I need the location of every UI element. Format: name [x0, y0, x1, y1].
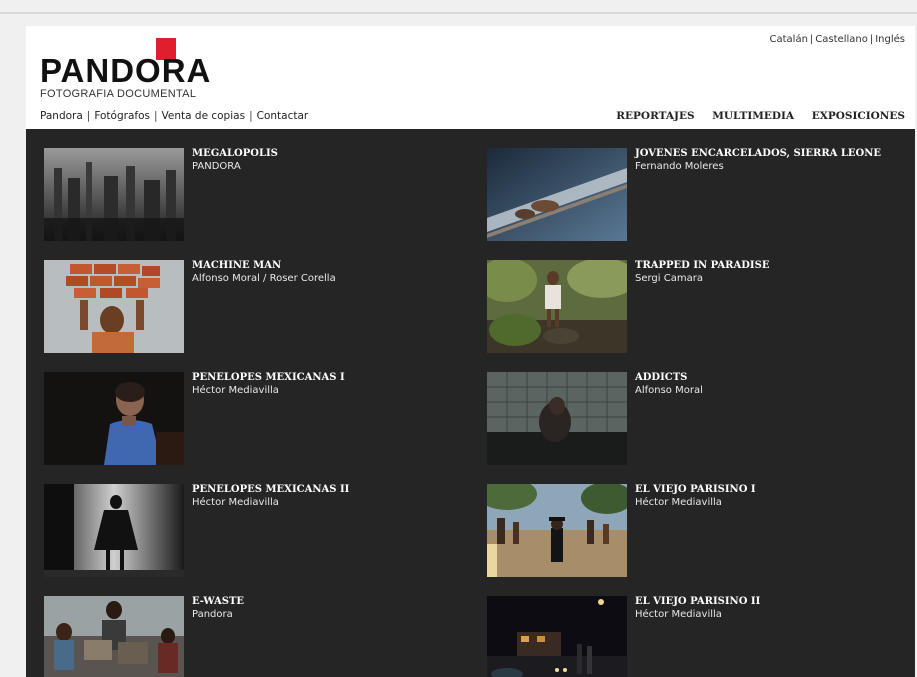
reportaje-author: Héctor Mediavilla [192, 385, 279, 396]
lang-catalan-link[interactable]: Catalán [770, 34, 808, 45]
separator: | [86, 110, 91, 122]
separator: | [249, 110, 253, 122]
pandora-logo[interactable]: PANDORA FOTOGRAFIA DOCUMENTAL [40, 32, 260, 102]
reportaje-item[interactable]: JOVENES ENCARCELADOS, SIERRA LEONE Ferna… [487, 148, 907, 248]
nav-venta-link[interactable]: Venta de copias [162, 110, 246, 122]
megalopolis-photo[interactable] [44, 148, 184, 241]
reportaje-title[interactable]: EL VIEJO PARISINO I [635, 484, 756, 495]
reportajes-grid: MEGALOPOLIS PANDORA JOVENES ENCARCELADOS… [26, 129, 915, 677]
reportaje-author: Héctor Mediavilla [192, 497, 279, 508]
prison-hands-photo[interactable] [487, 148, 627, 241]
reportaje-title[interactable]: ADDICTS [635, 372, 687, 383]
nav-multimedia-link[interactable]: MULTIMEDIA [712, 110, 794, 122]
reportaje-author: Héctor Mediavilla [635, 497, 722, 508]
reportaje-item[interactable]: E-WASTE Pandora [44, 596, 464, 677]
reportaje-title[interactable]: PENELOPES MEXICANAS I [192, 372, 345, 383]
reportaje-item[interactable]: MEGALOPOLIS PANDORA [44, 148, 464, 248]
logo-wordmark: PANDORA [40, 52, 212, 89]
lang-ingles-link[interactable]: Inglés [875, 34, 905, 45]
reportaje-author: Pandora [192, 609, 233, 620]
language-switcher: Catalán | Castellano | Inglés [770, 34, 905, 45]
reportaje-item[interactable]: PENELOPES MEXICANAS II Héctor Mediavilla [44, 484, 464, 584]
reportaje-item[interactable]: EL VIEJO PARISINO II Héctor Mediavilla [487, 596, 907, 677]
night-street-photo[interactable] [487, 596, 627, 677]
woman-portrait-photo[interactable] [44, 372, 184, 465]
reportaje-title[interactable]: JOVENES ENCARCELADOS, SIERRA LEONE [635, 148, 881, 159]
reportaje-author: PANDORA [192, 161, 241, 172]
reportaje-item[interactable]: TRAPPED IN PARADISE Sergi Camara [487, 260, 907, 360]
reportaje-title[interactable]: MEGALOPOLIS [192, 148, 278, 159]
separator: | [153, 110, 158, 122]
reportaje-item[interactable]: ADDICTS Alfonso Moral [487, 372, 907, 472]
girl-silhouette-photo[interactable] [44, 484, 184, 577]
child-forest-photo[interactable] [487, 260, 627, 353]
reportaje-title[interactable]: TRAPPED IN PARADISE [635, 260, 769, 271]
street-parade-photo[interactable] [487, 484, 627, 577]
reportaje-item[interactable]: MACHINE MAN Alfonso Moral / Roser Corell… [44, 260, 464, 360]
brick-carrier-photo[interactable] [44, 260, 184, 353]
nav-contactar-link[interactable]: Contactar [257, 110, 309, 122]
addict-photo[interactable] [487, 372, 627, 465]
lang-castellano-link[interactable]: Castellano [815, 34, 868, 45]
reportaje-title[interactable]: MACHINE MAN [192, 260, 281, 271]
nav-exposiciones-link[interactable]: EXPOSICIONES [812, 110, 905, 122]
reportaje-title[interactable]: PENELOPES MEXICANAS II [192, 484, 349, 495]
reportaje-item[interactable]: EL VIEJO PARISINO I Héctor Mediavilla [487, 484, 907, 584]
page: Catalán | Castellano | Inglés PANDORA FOTOGR… [26, 26, 915, 677]
browser-top-border [0, 12, 917, 14]
main-nav: Pandora | Fotógrafos | Venta de copias | Conta… [40, 110, 308, 122]
reportaje-title[interactable]: EL VIEJO PARISINO II [635, 596, 760, 607]
reportaje-author: Sergi Camara [635, 273, 703, 284]
section-nav: REPORTAJES MULTIMEDIA EXPOSICIONES [602, 110, 905, 122]
reportaje-item[interactable]: PENELOPES MEXICANAS I Héctor Mediavilla [44, 372, 464, 472]
reportaje-author: Alfonso Moral / Roser Corella [192, 273, 336, 284]
reportaje-author: Alfonso Moral [635, 385, 703, 396]
reportaje-author: Héctor Mediavilla [635, 609, 722, 620]
reportaje-title[interactable]: E-WASTE [192, 596, 244, 607]
nav-pandora-link[interactable]: Pandora [40, 110, 83, 122]
logo-subtitle: FOTOGRAFIA DOCUMENTAL [40, 88, 197, 100]
reportaje-author: Fernando Moleres [635, 161, 724, 172]
nav-reportajes-link[interactable]: REPORTAJES [616, 110, 694, 122]
nav-fotografos-link[interactable]: Fotógrafos [94, 110, 150, 122]
ewaste-photo[interactable] [44, 596, 184, 677]
